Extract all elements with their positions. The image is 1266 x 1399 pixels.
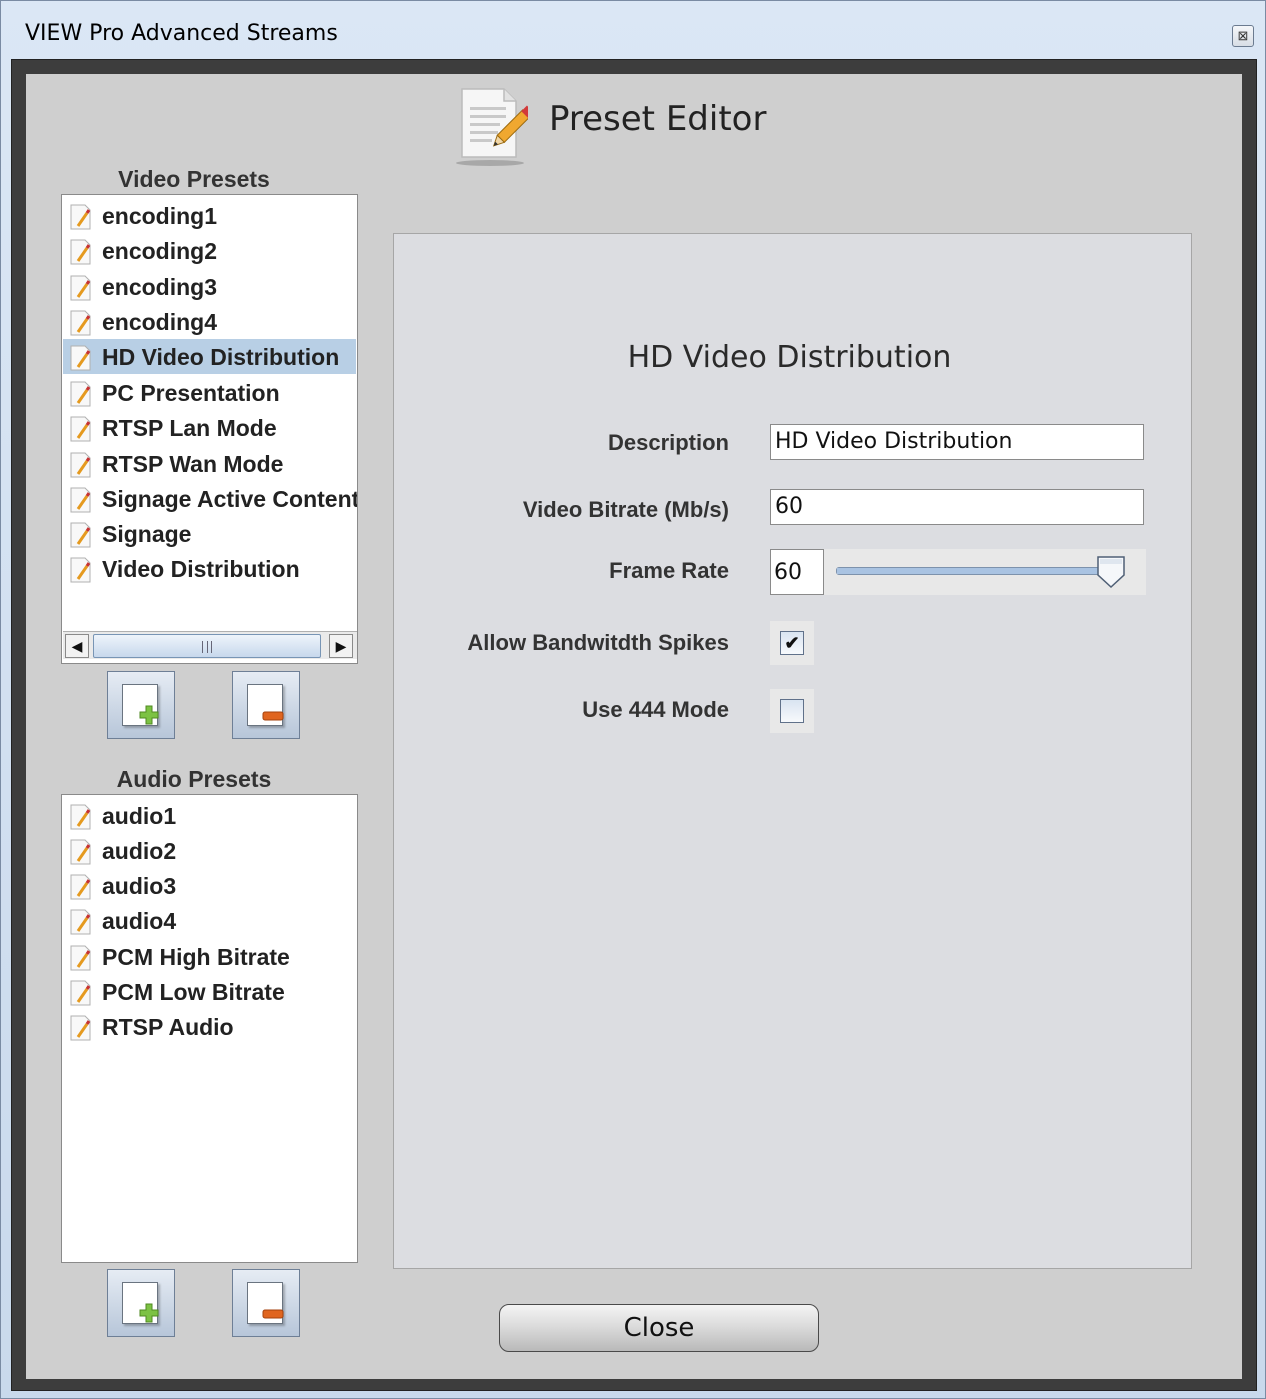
list-item-label: PC Presentation bbox=[102, 380, 280, 406]
add-audio-preset-button[interactable] bbox=[107, 1269, 175, 1337]
preset-file-icon bbox=[70, 487, 91, 513]
list-item-label: audio1 bbox=[102, 803, 177, 829]
frame-rate-label: Frame Rate bbox=[609, 558, 729, 583]
list-item[interactable]: audio3 bbox=[63, 868, 356, 903]
list-item[interactable]: RTSP Audio bbox=[63, 1009, 356, 1044]
preset-file-icon bbox=[70, 980, 91, 1006]
frame-rate-slider[interactable] bbox=[824, 549, 1146, 595]
list-item[interactable]: PCM Low Bitrate bbox=[63, 974, 356, 1009]
list-item-label: HD Video Distribution bbox=[102, 344, 340, 370]
list-item[interactable]: Signage bbox=[63, 516, 356, 551]
list-item-label: Video Distribution bbox=[102, 556, 300, 582]
audio-presets-list[interactable]: audio1 audio2 audio3 audio4 PCM High Bit… bbox=[61, 794, 358, 1263]
use-444-label: Use 444 Mode bbox=[582, 697, 729, 722]
preset-file-icon bbox=[70, 239, 91, 265]
audio-presets-label: Audio Presets bbox=[116, 766, 272, 792]
remove-icon bbox=[247, 684, 284, 726]
slider-thumb[interactable] bbox=[1096, 555, 1126, 589]
frame-rate-field[interactable]: 60 bbox=[770, 549, 824, 595]
scroll-left-button[interactable]: ◀ bbox=[65, 634, 89, 658]
list-item-label: audio2 bbox=[102, 838, 177, 864]
scroll-thumb[interactable] bbox=[93, 634, 321, 658]
preset-file-icon bbox=[70, 204, 91, 230]
window-close-icon[interactable]: ⊠ bbox=[1232, 25, 1254, 47]
preset-file-icon bbox=[70, 804, 91, 830]
list-item-label: Signage Active Content bbox=[102, 486, 358, 512]
preset-file-icon bbox=[70, 909, 91, 935]
preset-file-icon bbox=[70, 557, 91, 583]
grip-icon bbox=[202, 641, 212, 653]
allow-spikes-label: Allow Bandwitdth Spikes bbox=[467, 630, 729, 655]
list-item[interactable]: PCM High Bitrate bbox=[63, 939, 356, 974]
slider-fill bbox=[837, 568, 1121, 574]
list-item[interactable]: audio2 bbox=[63, 833, 356, 868]
description-field[interactable]: HD Video Distribution bbox=[770, 424, 1144, 460]
remove-video-preset-button[interactable] bbox=[232, 671, 300, 739]
list-item-label: audio4 bbox=[102, 908, 177, 934]
allow-spikes-checkbox-area[interactable]: ✔ bbox=[770, 621, 814, 665]
list-item[interactable]: encoding2 bbox=[63, 233, 356, 268]
preset-file-icon bbox=[70, 416, 91, 442]
preset-editor-panel: HD Video Distribution Description HD Vid… bbox=[393, 233, 1192, 1269]
add-video-preset-button[interactable] bbox=[107, 671, 175, 739]
use-444-checkbox[interactable] bbox=[780, 699, 804, 723]
list-item[interactable]: PC Presentation bbox=[63, 375, 356, 410]
list-item-label: encoding3 bbox=[102, 274, 218, 300]
page-title: Preset Editor bbox=[549, 99, 767, 139]
list-item-label: RTSP Wan Mode bbox=[102, 451, 284, 477]
allow-spikes-checkbox[interactable]: ✔ bbox=[780, 631, 804, 655]
preset-file-icon bbox=[70, 839, 91, 865]
list-item[interactable]: RTSP Lan Mode bbox=[63, 410, 356, 445]
list-item-label: encoding1 bbox=[102, 203, 218, 229]
slider-track bbox=[836, 567, 1122, 575]
list-item-label: PCM Low Bitrate bbox=[102, 979, 285, 1005]
list-item-label: encoding2 bbox=[102, 238, 218, 264]
horizontal-scrollbar[interactable]: ◀ ▶ bbox=[63, 631, 357, 659]
list-item[interactable]: Signage Active Content bbox=[63, 481, 358, 516]
list-item[interactable]: Video Distribution bbox=[63, 551, 356, 586]
list-item[interactable]: encoding3 bbox=[63, 269, 356, 304]
use-444-checkbox-area[interactable] bbox=[770, 689, 814, 733]
preset-title-text: HD Video Distribution bbox=[627, 340, 952, 375]
video-bitrate-field[interactable]: 60 bbox=[770, 489, 1144, 525]
list-item[interactable]: audio4 bbox=[63, 903, 356, 938]
add-icon bbox=[122, 684, 159, 726]
list-item-label: RTSP Audio bbox=[102, 1014, 234, 1040]
close-button[interactable]: Close bbox=[499, 1304, 819, 1352]
preset-file-icon bbox=[70, 452, 91, 478]
window-title: VIEW Pro Advanced Streams bbox=[25, 21, 338, 46]
document-edit-icon bbox=[456, 88, 528, 166]
preset-file-icon bbox=[70, 345, 91, 371]
list-item[interactable]: encoding1 bbox=[63, 198, 356, 233]
list-item[interactable]: RTSP Wan Mode bbox=[63, 446, 356, 481]
description-label: Description bbox=[607, 430, 729, 455]
video-presets-label: Video Presets bbox=[118, 166, 270, 192]
preset-file-icon bbox=[70, 945, 91, 971]
list-item-label: Signage bbox=[102, 521, 192, 547]
list-item-label: PCM High Bitrate bbox=[102, 944, 290, 970]
preset-title: HD Video Distribution bbox=[394, 340, 1193, 375]
video-presets-list[interactable]: encoding1 encoding2 encoding3 encoding4 … bbox=[61, 194, 358, 664]
preset-file-icon bbox=[70, 381, 91, 407]
video-bitrate-label: Video Bitrate (Mb/s) bbox=[522, 497, 729, 522]
list-item-selected[interactable]: HD Video Distribution bbox=[63, 339, 356, 374]
title-bar[interactable]: VIEW Pro Advanced Streams ⊠ bbox=[1, 1, 1265, 57]
remove-icon bbox=[247, 1282, 284, 1324]
remove-audio-preset-button[interactable] bbox=[232, 1269, 300, 1337]
list-item-label: encoding4 bbox=[102, 309, 218, 335]
preset-file-icon bbox=[70, 1015, 91, 1041]
preset-file-icon bbox=[70, 522, 91, 548]
scroll-right-button[interactable]: ▶ bbox=[329, 634, 353, 658]
add-icon bbox=[122, 1282, 159, 1324]
list-item[interactable]: audio1 bbox=[63, 798, 356, 833]
list-item-label: RTSP Lan Mode bbox=[102, 415, 277, 441]
app-window: VIEW Pro Advanced Streams ⊠ Preset Edito… bbox=[0, 0, 1266, 1399]
preset-file-icon bbox=[70, 310, 91, 336]
list-item[interactable]: encoding4 bbox=[63, 304, 356, 339]
preset-file-icon bbox=[70, 275, 91, 301]
preset-file-icon bbox=[70, 874, 91, 900]
list-item-label: audio3 bbox=[102, 873, 177, 899]
